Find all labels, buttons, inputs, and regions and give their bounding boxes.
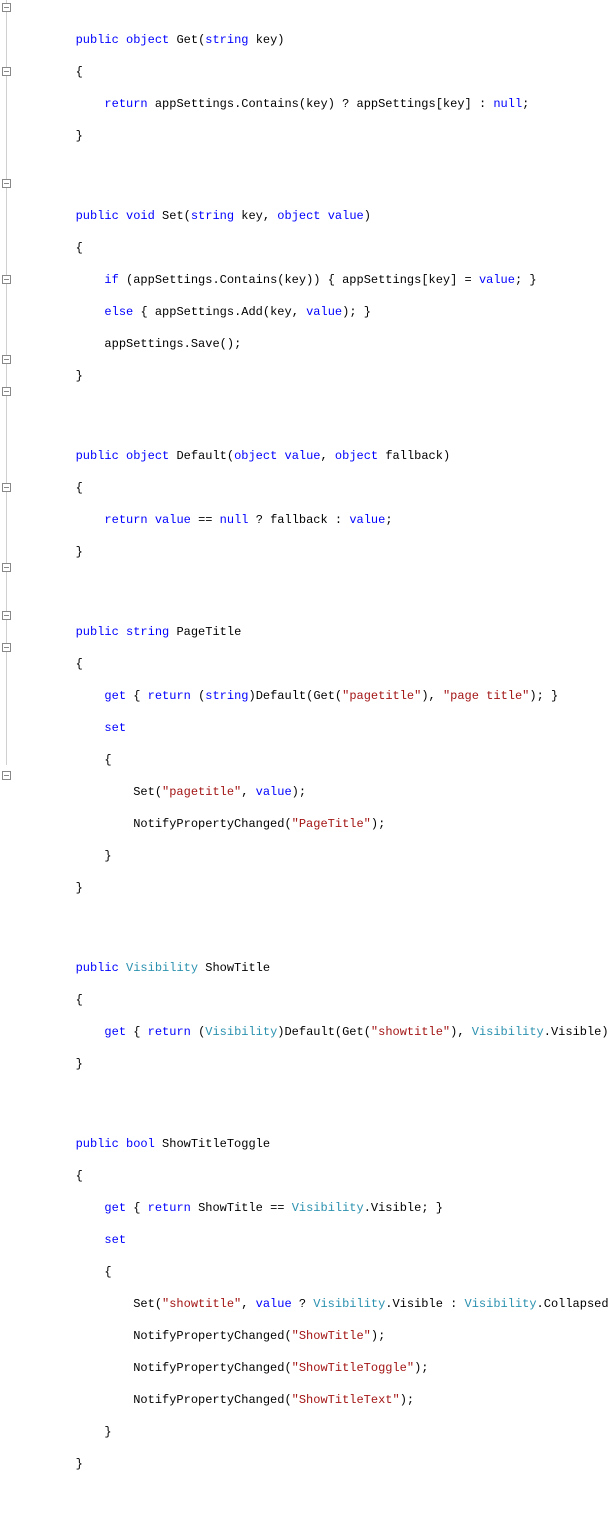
fold-marker[interactable] xyxy=(2,483,11,492)
code-editor: public object Get(string key) { return a… xyxy=(0,0,608,1530)
fold-marker[interactable] xyxy=(2,275,11,284)
outline-gutter xyxy=(0,0,14,1530)
fold-marker[interactable] xyxy=(2,771,11,780)
fold-marker[interactable] xyxy=(2,3,11,12)
fold-marker[interactable] xyxy=(2,563,11,572)
fold-marker[interactable] xyxy=(2,355,11,364)
fold-marker[interactable] xyxy=(2,643,11,652)
fold-marker[interactable] xyxy=(2,387,11,396)
fold-marker[interactable] xyxy=(2,179,11,188)
fold-marker[interactable] xyxy=(2,611,11,620)
fold-marker[interactable] xyxy=(2,67,11,76)
code-area[interactable]: public object Get(string key) { return a… xyxy=(14,0,608,1530)
